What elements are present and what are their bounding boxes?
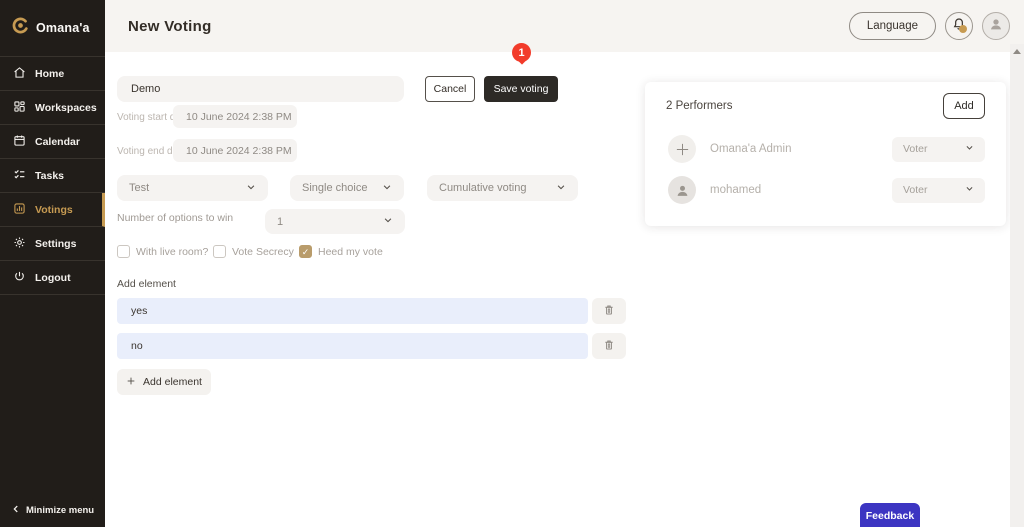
top-bar-actions: Language	[849, 12, 1010, 40]
chevron-left-icon	[11, 504, 21, 517]
options-to-win-select[interactable]: 1	[265, 209, 405, 234]
sidebar-item-label: Settings	[35, 238, 76, 250]
sidebar-item-workspaces[interactable]: Workspaces	[0, 91, 105, 125]
trash-icon	[603, 304, 615, 319]
page-scrollbar[interactable]	[1010, 44, 1024, 527]
performers-count: 2 Performers	[666, 100, 732, 112]
badge-number: 1	[512, 43, 531, 62]
delete-element-button[interactable]	[592, 333, 626, 359]
chevron-down-icon	[246, 182, 256, 195]
add-performer-button[interactable]: Add	[943, 93, 985, 119]
sidebar-item-calendar[interactable]: Calendar	[0, 125, 105, 159]
trash-icon	[603, 339, 615, 354]
language-button[interactable]: Language	[849, 12, 936, 40]
content-pane: New Voting Language Cancel Save voting 1	[105, 0, 1024, 527]
add-element-button-label: Add element	[143, 376, 202, 388]
step-badge: 1	[512, 43, 531, 68]
add-element-section-label: Add element	[117, 278, 176, 290]
performer-name: Omana'a Admin	[710, 143, 791, 155]
selected-value: Voter	[903, 143, 928, 155]
logo-text: Omana'a	[36, 21, 90, 35]
minimize-menu-button[interactable]: Minimize menu	[11, 504, 94, 517]
element-input[interactable]	[117, 333, 588, 359]
start-date-field[interactable]: 10 June 2024 2:38 PM	[173, 105, 297, 128]
notifications-button[interactable]	[945, 12, 973, 40]
cancel-button[interactable]: Cancel	[425, 76, 475, 102]
avatar-plus-icon	[668, 135, 696, 163]
logout-icon	[13, 270, 26, 286]
person-icon	[988, 16, 1004, 37]
sidebar-item-label: Home	[35, 68, 64, 80]
voting-name-input[interactable]	[117, 76, 404, 102]
performer-role-select[interactable]: Voter	[892, 137, 985, 162]
sidebar-item-label: Calendar	[35, 136, 80, 148]
chevron-down-icon	[383, 215, 393, 228]
home-icon	[13, 66, 26, 82]
chevron-down-icon	[965, 184, 974, 196]
selected-value: Cumulative voting	[439, 182, 526, 194]
performer-name: mohamed	[710, 184, 761, 196]
main-content: Cancel Save voting 1 Voting start date 1…	[105, 52, 1024, 527]
performer-role-select[interactable]: Voter	[892, 178, 985, 203]
scroll-up-icon[interactable]	[1013, 49, 1021, 54]
heed-my-vote-checkbox[interactable]: ✓ Heed my vote	[299, 245, 383, 258]
feedback-button[interactable]: Feedback	[860, 503, 920, 527]
performers-header: 2 Performers Add	[645, 82, 1006, 119]
notification-dot	[959, 25, 967, 33]
live-room-checkbox[interactable]: With live room?	[117, 245, 208, 258]
workspace-select[interactable]: Test	[117, 175, 268, 201]
vote-secrecy-checkbox[interactable]: Vote Secrecy	[213, 245, 294, 258]
checkbox-checked: ✓	[299, 245, 312, 258]
plus-icon	[126, 376, 136, 389]
minimize-menu-label: Minimize menu	[26, 505, 94, 516]
chevron-down-icon	[382, 182, 392, 195]
sidebar-item-logout[interactable]: Logout	[0, 261, 105, 295]
sidebar-item-label: Votings	[35, 204, 73, 216]
options-to-win-label: Number of options to win	[117, 212, 233, 224]
selected-value: Voter	[903, 184, 928, 196]
checkbox-unchecked	[213, 245, 226, 258]
sidebar-item-home[interactable]: Home	[0, 57, 105, 91]
add-element-button[interactable]: Add element	[117, 369, 211, 395]
tasks-icon	[13, 168, 26, 184]
voting-type-select[interactable]: Cumulative voting	[427, 175, 578, 201]
save-voting-button[interactable]: Save voting	[484, 76, 558, 102]
end-date-field[interactable]: 10 June 2024 2:38 PM	[173, 139, 297, 162]
sidebar-item-label: Tasks	[35, 170, 64, 182]
sidebar-item-label: Logout	[35, 272, 71, 284]
logo: Omana'a	[0, 0, 105, 57]
checkbox-label: Heed my vote	[318, 246, 383, 258]
performer-row: Omana'a Admin Voter	[668, 135, 985, 163]
performer-row: mohamed Voter	[668, 176, 985, 204]
user-avatar-button[interactable]	[982, 12, 1010, 40]
calendar-icon	[13, 134, 26, 150]
selected-value: 1	[277, 216, 283, 228]
sidebar-item-votings[interactable]: Votings	[0, 193, 105, 227]
sidebar: Omana'a Home Workspaces Calendar Tasks V…	[0, 0, 105, 527]
omanaa-logo-icon	[11, 16, 30, 40]
settings-icon	[13, 236, 26, 252]
sidebar-item-settings[interactable]: Settings	[0, 227, 105, 261]
checkbox-label: With live room?	[136, 246, 208, 258]
workspaces-icon	[13, 100, 26, 116]
element-input[interactable]	[117, 298, 588, 324]
selected-value: Single choice	[302, 182, 367, 194]
avatar-person-icon	[668, 176, 696, 204]
performers-panel: 2 Performers Add Omana'a Admin Voter moh…	[645, 82, 1006, 226]
sidebar-item-label: Workspaces	[35, 102, 97, 114]
checkbox-label: Vote Secrecy	[232, 246, 294, 258]
chevron-down-icon	[965, 143, 974, 155]
sidebar-item-tasks[interactable]: Tasks	[0, 159, 105, 193]
delete-element-button[interactable]	[592, 298, 626, 324]
choice-type-select[interactable]: Single choice	[290, 175, 404, 201]
top-bar: New Voting Language	[105, 0, 1024, 52]
votings-icon	[13, 202, 26, 218]
app-window: Omana'a Home Workspaces Calendar Tasks V…	[0, 0, 1024, 527]
chevron-down-icon	[556, 182, 566, 195]
checkbox-unchecked	[117, 245, 130, 258]
selected-value: Test	[129, 182, 149, 194]
page-title: New Voting	[128, 18, 212, 35]
